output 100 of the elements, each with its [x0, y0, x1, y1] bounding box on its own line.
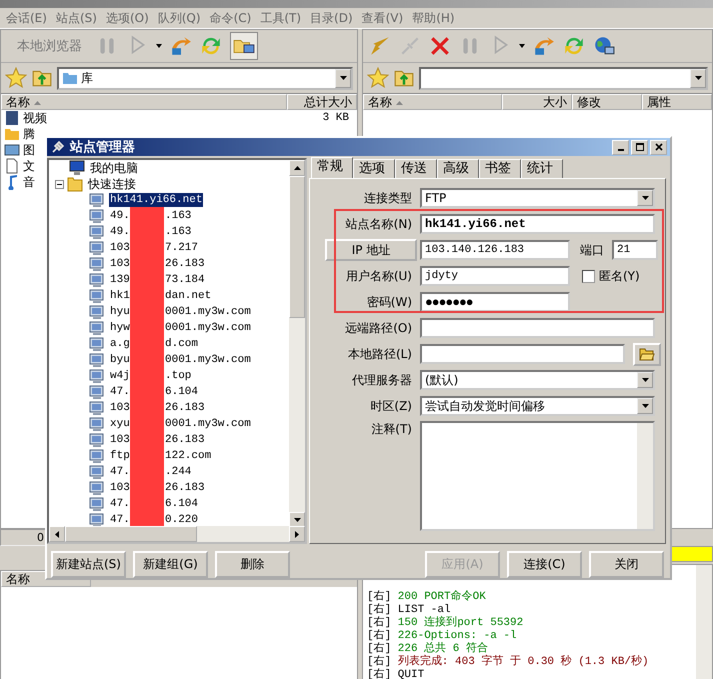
- site-item[interactable]: 47.: [109, 385, 130, 399]
- tab[interactable]: 统计: [521, 159, 563, 178]
- tab[interactable]: 常规: [311, 157, 353, 178]
- caret-icon[interactable]: [156, 44, 162, 48]
- site-item[interactable]: 122.com: [164, 449, 212, 463]
- path-combo[interactable]: 库: [57, 66, 353, 90]
- column-header[interactable]: 属性: [642, 94, 712, 110]
- dialog-button[interactable]: 连接(C): [507, 551, 582, 578]
- proxy-select[interactable]: (默认): [420, 370, 655, 390]
- notes-field[interactable]: [420, 421, 655, 531]
- path-combo[interactable]: [419, 66, 708, 90]
- site-item[interactable]: 139: [109, 273, 130, 287]
- file-name[interactable]: 视频: [23, 110, 320, 126]
- site-item[interactable]: 0.220: [164, 513, 200, 527]
- site-item[interactable]: ftp: [109, 449, 130, 463]
- tab[interactable]: 高级: [437, 159, 479, 178]
- menu-item[interactable]: 命令(C): [210, 10, 252, 26]
- local-path-field[interactable]: [420, 344, 625, 364]
- site-item[interactable]: 0001.my3w.com: [164, 305, 252, 319]
- tab[interactable]: 书签: [479, 159, 521, 178]
- site-item[interactable]: hk141.yi66.net: [109, 193, 204, 207]
- transfer-icon[interactable]: [533, 35, 555, 57]
- site-item[interactable]: 49.: [109, 209, 130, 223]
- site-name-field[interactable]: hk141.yi66.net: [420, 214, 655, 234]
- site-item[interactable]: .top: [164, 369, 192, 383]
- scrollbar[interactable]: [696, 565, 712, 679]
- scroll-right-icon[interactable]: [295, 530, 299, 538]
- site-item[interactable]: 0001.my3w.com: [164, 321, 252, 335]
- maximize-button[interactable]: [631, 140, 648, 154]
- menu-item[interactable]: 选项(O): [106, 10, 149, 26]
- star-icon[interactable]: [367, 67, 389, 89]
- site-item[interactable]: 49.: [109, 225, 130, 239]
- dialog-button[interactable]: 关闭: [589, 551, 664, 578]
- site-item[interactable]: 7.217: [164, 241, 200, 255]
- dropdown-icon[interactable]: [642, 378, 648, 382]
- collapse-icon[interactable]: [55, 180, 64, 188]
- scrollbar[interactable]: [637, 423, 653, 529]
- site-item[interactable]: 47.: [109, 465, 130, 479]
- site-item[interactable]: .163: [164, 209, 192, 223]
- site-item[interactable]: .244: [164, 465, 192, 479]
- caret-icon[interactable]: [519, 44, 525, 48]
- column-header[interactable]: 名称: [363, 94, 502, 110]
- scrollbar[interactable]: [289, 160, 305, 528]
- site-item[interactable]: 6.104: [164, 385, 200, 399]
- site-item[interactable]: 6.104: [164, 497, 200, 511]
- ip-address-button[interactable]: IP 地址: [325, 239, 417, 261]
- site-item[interactable]: w4j: [109, 369, 130, 383]
- globe-icon[interactable]: [593, 35, 615, 57]
- site-item[interactable]: 103: [109, 401, 130, 415]
- anonymous-checkbox[interactable]: [582, 270, 595, 282]
- site-item[interactable]: 103: [109, 241, 130, 255]
- dropdown-icon[interactable]: [340, 76, 346, 80]
- site-item[interactable]: xyu: [109, 417, 130, 431]
- site-item[interactable]: 26.183: [164, 401, 206, 415]
- site-item[interactable]: 103: [109, 481, 130, 495]
- column-header[interactable]: 名称: [1, 94, 287, 110]
- tree-group[interactable]: 快速连接: [86, 176, 138, 192]
- menu-item[interactable]: 目录(D): [310, 10, 353, 26]
- site-item[interactable]: .163: [164, 225, 192, 239]
- star-icon[interactable]: [5, 67, 27, 89]
- site-item[interactable]: byu: [109, 353, 130, 367]
- site-item[interactable]: a.g: [109, 337, 130, 351]
- scroll-down-icon[interactable]: [294, 518, 300, 522]
- dialog-button[interactable]: 新建站点(S): [51, 551, 126, 578]
- dropdown-icon[interactable]: [642, 196, 648, 200]
- tab[interactable]: 选项: [353, 159, 395, 178]
- site-item[interactable]: hyw: [109, 321, 130, 335]
- menu-item[interactable]: 帮助(H): [412, 10, 455, 26]
- site-item[interactable]: 26.183: [164, 481, 206, 495]
- menu-item[interactable]: 查看(V): [362, 10, 404, 26]
- column-header[interactable]: 总计大小: [287, 94, 357, 110]
- tab[interactable]: 传送: [395, 159, 437, 178]
- site-item[interactable]: 26.183: [164, 433, 206, 447]
- menu-item[interactable]: 会话(E): [6, 10, 47, 26]
- site-item[interactable]: d.com: [164, 337, 200, 351]
- dialog-button[interactable]: 新建组(G): [133, 551, 208, 578]
- site-item[interactable]: 103: [109, 433, 130, 447]
- timezone-select[interactable]: 尝试自动发觉时间偏移: [420, 396, 655, 416]
- close-button[interactable]: [650, 140, 667, 154]
- site-item[interactable]: 47.: [109, 497, 130, 511]
- dropdown-icon[interactable]: [694, 76, 702, 80]
- site-item[interactable]: 103: [109, 257, 130, 271]
- dialog-button[interactable]: 删除: [215, 551, 290, 578]
- menu-item[interactable]: 工具(T): [260, 10, 302, 26]
- tree-group[interactable]: 我的电脑: [88, 160, 140, 176]
- site-item[interactable]: 0001.my3w.com: [164, 417, 252, 431]
- site-item[interactable]: 47.: [109, 513, 130, 527]
- transfer-icon[interactable]: [170, 35, 192, 57]
- connection-type-select[interactable]: FTP: [420, 188, 655, 208]
- remote-path-field[interactable]: [420, 318, 655, 338]
- close-icon[interactable]: [429, 35, 451, 57]
- site-item[interactable]: 0001.my3w.com: [164, 353, 252, 367]
- column-header[interactable]: 修改: [572, 94, 642, 110]
- ip-address-field[interactable]: 103.140.126.183: [420, 240, 570, 260]
- scrollbar[interactable]: [49, 526, 305, 542]
- username-field[interactable]: jdyty: [420, 266, 570, 286]
- site-item[interactable]: 26.183: [164, 257, 206, 271]
- site-item[interactable]: dan.net: [164, 289, 212, 303]
- dropdown-icon[interactable]: [642, 404, 648, 408]
- menu-item[interactable]: 队列(Q): [158, 10, 201, 26]
